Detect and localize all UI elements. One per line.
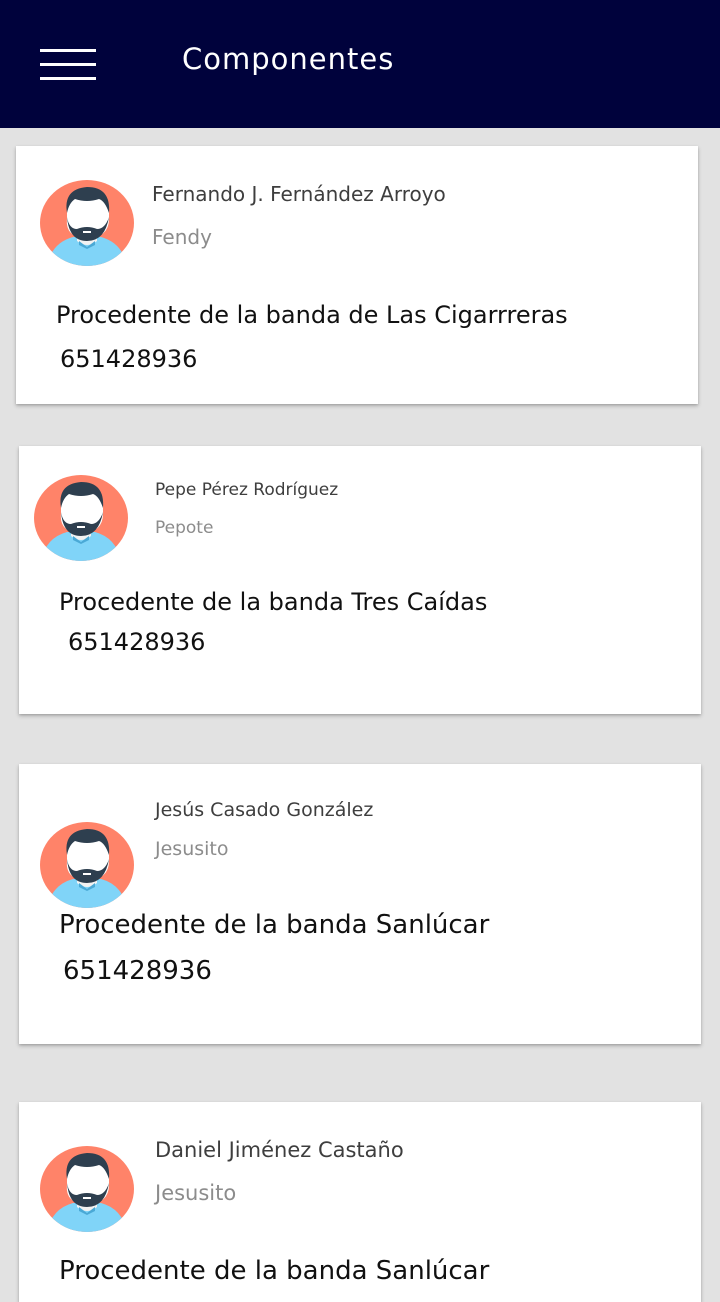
page-title: Componentes (182, 42, 395, 76)
app-header: Componentes (0, 0, 720, 128)
hamburger-menu-icon (40, 49, 96, 52)
member-phone[interactable]: 651428936 (63, 956, 212, 986)
member-name: Daniel Jiménez Castaño (155, 1138, 404, 1162)
member-phone[interactable]: 651428936 (60, 345, 197, 373)
member-name: Jesús Casado González (155, 799, 374, 821)
member-description: Procedente de la banda de Las Cigarrrera… (56, 301, 568, 329)
member-name: Fernando J. Fernández Arroyo (152, 182, 446, 206)
member-description: Procedente de la banda Sanlúcar (59, 1256, 490, 1286)
member-description: Procedente de la banda Tres Caídas (59, 588, 488, 616)
member-alias: Jesusito (155, 838, 229, 860)
member-phone[interactable]: 651428936 (68, 628, 205, 656)
member-alias: Fendy (152, 225, 212, 249)
avatar-icon (40, 822, 134, 908)
avatar-icon (40, 180, 134, 266)
avatar-icon (34, 475, 128, 561)
member-card[interactable]: Daniel Jiménez Castaño Jesusito Proceden… (19, 1102, 701, 1302)
member-alias: Jesusito (155, 1181, 237, 1205)
member-description: Procedente de la banda Sanlúcar (59, 910, 490, 940)
member-alias: Pepote (155, 518, 214, 538)
member-name: Pepe Pérez Rodríguez (155, 480, 339, 500)
menu-button[interactable] (38, 48, 98, 84)
avatar-icon (40, 1146, 134, 1232)
member-card[interactable]: Jesús Casado González Jesusito Procedent… (19, 764, 701, 1044)
member-card[interactable]: Fernando J. Fernández Arroyo Fendy Proce… (16, 146, 698, 404)
member-card[interactable]: Pepe Pérez Rodríguez Pepote Procedente d… (19, 446, 701, 714)
